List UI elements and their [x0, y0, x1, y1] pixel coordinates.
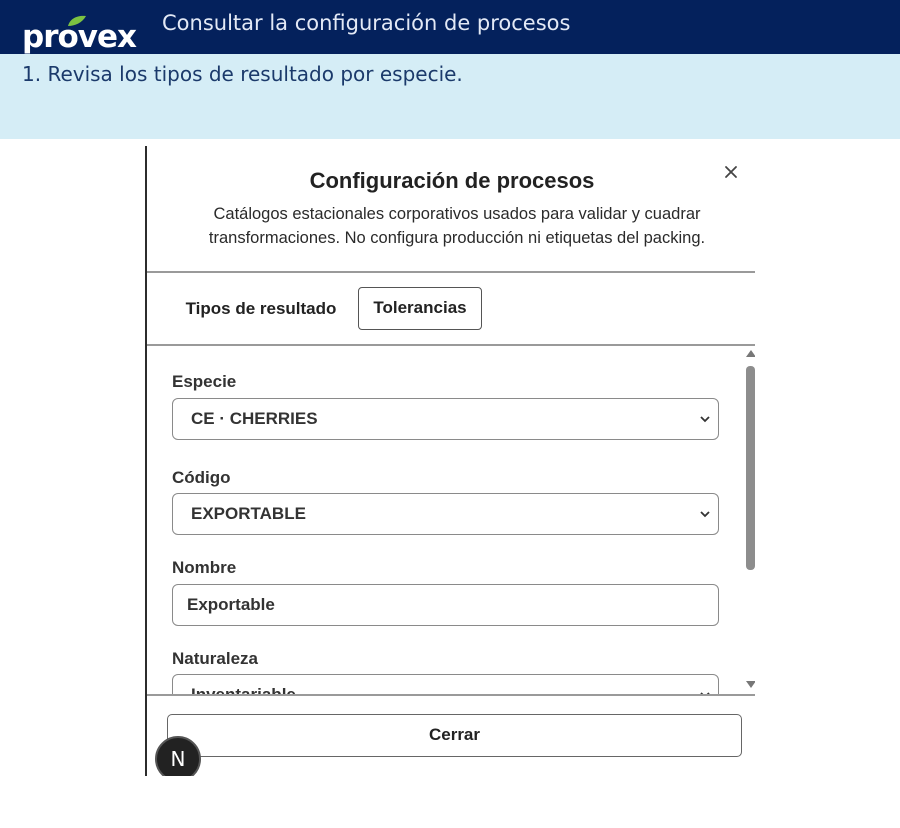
- page-title: Consultar la configuración de procesos: [162, 11, 571, 35]
- especie-value: CE · CHERRIES: [191, 409, 318, 428]
- modal-description: Catálogos estacionales corporativos usad…: [208, 205, 706, 247]
- nombre-input[interactable]: Exportable: [172, 584, 719, 626]
- step-instruction: 1. Revisa los tipos de resultado por esp…: [22, 62, 463, 86]
- provex-logo: provex: [22, 14, 152, 56]
- codigo-select[interactable]: EXPORTABLE: [172, 493, 719, 535]
- naturaleza-label: Naturaleza: [172, 649, 258, 668]
- footer-divider: [147, 694, 755, 696]
- form-scrollbar[interactable]: [743, 346, 755, 694]
- chevron-down-icon: [700, 511, 710, 518]
- tab-tipos-de-resultado[interactable]: Tipos de resultado: [181, 287, 341, 330]
- especie-label: Especie: [172, 372, 237, 391]
- naturaleza-select[interactable]: Inventariable: [172, 674, 719, 694]
- especie-select[interactable]: CE · CHERRIES: [172, 398, 719, 440]
- n-badge-letter: N: [170, 747, 186, 771]
- leaf-icon: [68, 15, 86, 26]
- modal-title: Configuración de procesos: [309, 168, 595, 193]
- n-badge[interactable]: N: [155, 736, 201, 776]
- chevron-down-icon: [700, 416, 710, 423]
- step-banner: 1. Revisa los tipos de resultado por esp…: [0, 54, 900, 139]
- scrollbar-thumb[interactable]: [746, 366, 755, 570]
- close-icon[interactable]: [719, 160, 743, 184]
- form-scroll-area: Especie CE · CHERRIES Código EXPORTABLE …: [147, 346, 755, 694]
- nombre-label: Nombre: [172, 558, 237, 577]
- scroll-up-icon[interactable]: [745, 348, 755, 358]
- tab-tolerancias[interactable]: Tolerancias: [358, 287, 482, 330]
- scroll-down-icon[interactable]: [745, 680, 755, 690]
- process-config-modal: Configuración de procesos Catálogos esta…: [145, 146, 755, 776]
- naturaleza-value: Inventariable: [191, 685, 296, 694]
- codigo-label: Código: [172, 468, 231, 487]
- close-button[interactable]: Cerrar: [167, 714, 742, 757]
- header-divider: [147, 271, 755, 273]
- codigo-value: EXPORTABLE: [191, 504, 306, 523]
- top-bar: provex Consultar la configuración de pro…: [0, 0, 900, 54]
